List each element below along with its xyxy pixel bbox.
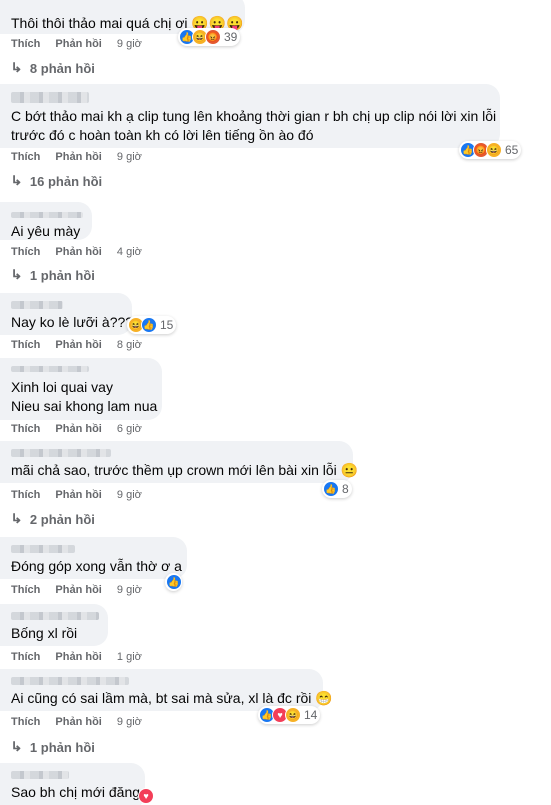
reaction-count: 65 xyxy=(505,143,519,157)
reply-button[interactable]: Phản hồi xyxy=(55,584,101,596)
comment-bubble: Xinh loi quai vay Nieu sai khong lam nua xyxy=(0,358,162,420)
comment-actions: Thích Phản hồi 4 giờ xyxy=(11,246,154,258)
comment-bubble: mãi chả sao, trước thềm ụp crown mới lên… xyxy=(0,441,359,483)
comment-bubble: Nay ko lè lưỡi à??? xyxy=(0,293,134,335)
replies-count: 16 phản hồi xyxy=(29,173,103,189)
reply-arrow-icon: ↳ xyxy=(10,60,23,75)
reply-button[interactable]: Phản hồi xyxy=(55,489,101,501)
comment-actions: Thích Phản hồi 9 giờ xyxy=(11,716,154,728)
reply-button[interactable]: Phản hồi xyxy=(55,423,101,435)
view-replies-button[interactable]: ↳ 1 phản hồi xyxy=(10,267,95,283)
like-button[interactable]: Thích xyxy=(11,151,40,163)
like-button[interactable]: Thích xyxy=(11,716,40,728)
author-name-redacted[interactable] xyxy=(11,771,69,779)
like-icon: 👍 xyxy=(166,574,182,590)
comment-bubble: Sao bh chị mới đăng xyxy=(0,763,145,805)
author-name-redacted[interactable] xyxy=(11,92,89,103)
comment-actions: Thích Phản hồi 6 giờ xyxy=(11,423,154,435)
view-replies-button[interactable]: ↳ 8 phản hồi xyxy=(10,60,95,76)
comment-text: mãi chả sao, trước thềm ụp crown mới lên… xyxy=(11,462,359,478)
reaction-count: 8 xyxy=(342,482,349,496)
reaction-summary[interactable]: 👍 😆 😡 39 xyxy=(178,28,241,46)
reply-button[interactable]: Phản hồi xyxy=(55,716,101,728)
timestamp[interactable]: 4 giờ xyxy=(117,246,142,258)
comment-text: Nay ko lè lưỡi à??? xyxy=(11,314,134,330)
author-name-redacted[interactable] xyxy=(11,449,111,457)
comment-text: Nieu sai khong lam nua xyxy=(11,398,158,414)
replies-count: 1 phản hồi xyxy=(29,739,95,755)
reaction-summary[interactable]: 👍 ♥ 😆 14 xyxy=(258,706,321,724)
author-name-redacted[interactable] xyxy=(11,301,63,309)
comment-text: trước đó c hoàn toàn kh có lời lên tiếng… xyxy=(11,127,314,143)
replies-count: 8 phản hồi xyxy=(29,60,95,76)
angry-icon: 😡 xyxy=(205,29,221,45)
reply-arrow-icon: ↳ xyxy=(10,511,23,526)
like-button[interactable]: Thích xyxy=(11,246,40,258)
reaction-count: 39 xyxy=(224,30,238,44)
reaction-summary[interactable]: 😆 👍 15 xyxy=(127,316,177,334)
comment-bubble: Ai yêu mày xyxy=(0,202,92,240)
view-replies-button[interactable]: ↳ 2 phản hồi xyxy=(10,511,95,527)
like-icon: 👍 xyxy=(141,317,157,333)
comment-bubble: Ai cũng có sai lầm mà, bt sai mà sửa, xl… xyxy=(0,669,333,711)
reaction-summary[interactable]: 👍 8 xyxy=(322,480,352,498)
reaction-summary[interactable]: ♥ xyxy=(137,787,154,805)
reaction-summary[interactable]: 👍 xyxy=(165,573,182,591)
comment-actions: Thích Phản hồi 9 giờ xyxy=(11,151,154,163)
view-replies-button[interactable]: ↳ 16 phản hồi xyxy=(10,173,103,189)
like-button[interactable]: Thích xyxy=(11,584,40,596)
comment-text: C bớt thảo mai kh ạ clip tung lên khoảng… xyxy=(11,108,497,124)
timestamp[interactable]: 9 giờ xyxy=(117,716,142,728)
author-name-redacted[interactable] xyxy=(11,366,89,372)
reply-button[interactable]: Phản hồi xyxy=(55,246,101,258)
comment-bubble: Bống xl rồi xyxy=(0,604,108,646)
timestamp[interactable]: 9 giờ xyxy=(117,489,142,501)
reply-button[interactable]: Phản hồi xyxy=(55,38,101,50)
author-name-redacted[interactable] xyxy=(11,612,99,620)
replies-count: 2 phản hồi xyxy=(29,511,95,527)
reply-button[interactable]: Phản hồi xyxy=(55,339,101,351)
comment-text: Xinh loi quai vay xyxy=(11,379,113,395)
comment-bubble: Đóng góp xong vẫn thờ ơ a xyxy=(0,537,187,579)
comment-text: Ai yêu mày xyxy=(11,223,81,239)
timestamp[interactable]: 9 giờ xyxy=(117,151,142,163)
reply-button[interactable]: Phản hồi xyxy=(55,151,101,163)
love-icon: ♥ xyxy=(138,788,154,804)
reaction-count: 14 xyxy=(304,708,318,722)
haha-icon: 😆 xyxy=(486,142,502,158)
reaction-summary[interactable]: 👍 😡 😆 65 xyxy=(459,141,522,159)
like-button[interactable]: Thích xyxy=(11,489,40,501)
comment-bubble: C bớt thảo mai kh ạ clip tung lên khoảng… xyxy=(0,84,500,148)
reaction-count: 15 xyxy=(160,318,174,332)
reply-arrow-icon: ↳ xyxy=(10,173,23,188)
reply-arrow-icon: ↳ xyxy=(10,739,23,754)
view-replies-button[interactable]: ↳ 1 phản hồi xyxy=(10,739,95,755)
author-name-redacted[interactable] xyxy=(11,677,129,685)
timestamp[interactable]: 1 giờ xyxy=(117,651,142,663)
like-button[interactable]: Thích xyxy=(11,38,40,50)
timestamp[interactable]: 8 giờ xyxy=(117,339,142,351)
comment-text: Sao bh chị mới đăng xyxy=(11,784,141,800)
comment-text: Bống xl rồi xyxy=(11,625,78,641)
timestamp[interactable]: 6 giờ xyxy=(117,423,142,435)
like-button[interactable]: Thích xyxy=(11,651,40,663)
timestamp[interactable]: 9 giờ xyxy=(117,584,142,596)
comment-actions: Thích Phản hồi 9 giờ xyxy=(11,489,154,501)
timestamp[interactable]: 9 giờ xyxy=(117,38,142,50)
like-button[interactable]: Thích xyxy=(11,339,40,351)
comment-actions: Thích Phản hồi 8 giờ xyxy=(11,339,154,351)
author-name-redacted[interactable] xyxy=(11,212,83,218)
comment-actions: Thích Phản hồi 1 giờ xyxy=(11,651,154,663)
author-name-redacted[interactable] xyxy=(11,545,75,553)
reply-arrow-icon: ↳ xyxy=(10,267,23,282)
reply-button[interactable]: Phản hồi xyxy=(55,651,101,663)
comment-actions: Thích Phản hồi 9 giờ xyxy=(11,584,154,596)
like-button[interactable]: Thích xyxy=(11,423,40,435)
comment-text: Đóng góp xong vẫn thờ ơ a xyxy=(11,558,182,574)
haha-icon: 😆 xyxy=(285,707,301,723)
comment-actions: Thích Phản hồi 9 giờ xyxy=(11,38,154,50)
replies-count: 1 phản hồi xyxy=(29,267,95,283)
like-icon: 👍 xyxy=(323,481,339,497)
